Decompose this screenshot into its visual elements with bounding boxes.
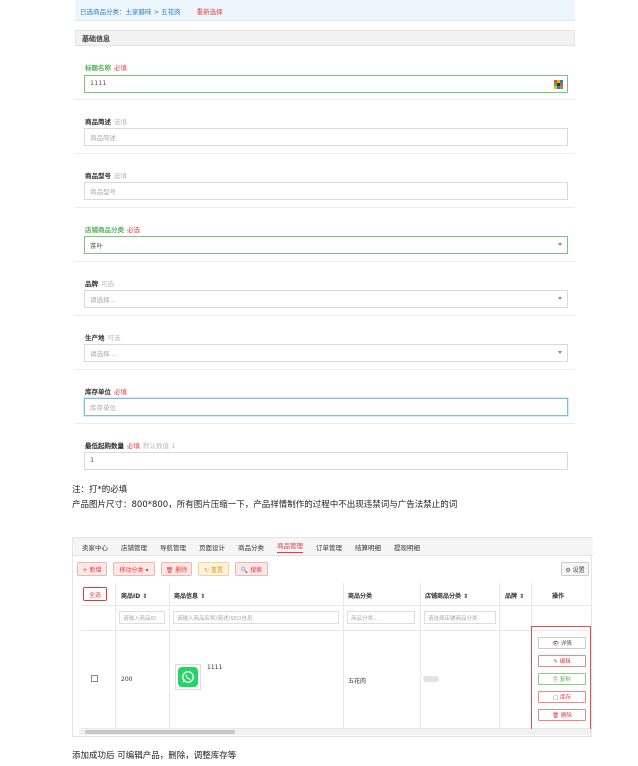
desc-label: 商品简述 xyxy=(85,118,111,126)
copy-button[interactable]: ⎘ 复制 xyxy=(538,673,586,685)
settings-button[interactable]: ⚙ 设置 xyxy=(561,562,589,576)
unit-input[interactable]: 库存单位 xyxy=(84,398,568,416)
chevron-down-icon xyxy=(558,297,562,300)
shop-category-select[interactable]: 茶叶 xyxy=(84,236,568,254)
desc-field-card: 商品简述 选填 商品简述 xyxy=(75,108,575,154)
select-all-button[interactable]: 全选 xyxy=(83,587,107,601)
title-label: 标题名称 xyxy=(85,64,111,72)
search-button[interactable]: 🔍 搜索 xyxy=(235,562,268,576)
origin-select[interactable]: 请选择... xyxy=(84,344,568,362)
note-after-add: 添加成功后 可编辑产品，删除，调整库存等 xyxy=(72,751,237,761)
delete-button[interactable]: 🗑 删除 xyxy=(161,562,192,576)
nav-product-category[interactable]: 商品分类 xyxy=(238,542,264,552)
nav-withdraw[interactable]: 提现明细 xyxy=(394,542,420,552)
header-product-id[interactable]: 商品ID ⇕ xyxy=(121,591,147,600)
add-button[interactable]: + 新增 xyxy=(77,562,107,576)
row-product-name: 1111 xyxy=(207,664,223,671)
unit-label: 库存单位 xyxy=(85,388,111,396)
row-checkbox[interactable] xyxy=(91,675,98,682)
nav-seller-center[interactable]: 卖家中心 xyxy=(82,542,108,552)
header-product-info[interactable]: 商品信息 ⇕ xyxy=(174,591,205,600)
reset-button[interactable]: ↻ 重置 xyxy=(198,562,229,576)
filter-product-id[interactable]: 请输入商品ID xyxy=(119,611,165,624)
header-category: 商品分类 xyxy=(348,593,373,600)
min-qty-input[interactable]: 1 xyxy=(84,452,568,470)
row-shop-category-blurred xyxy=(423,676,439,682)
header-shop-category[interactable]: 店铺商品分类 ⇕ xyxy=(425,591,468,600)
filter-category[interactable]: 商品分类... xyxy=(347,611,415,624)
nav-page-design[interactable]: 页面设计 xyxy=(199,542,225,552)
unit-card: 库存单位 必填 库存单位 xyxy=(75,378,575,424)
nav-navigation[interactable]: 导航管理 xyxy=(160,542,186,552)
row-product-id: 200 xyxy=(121,676,133,683)
model-label: 商品型号 xyxy=(85,172,111,180)
row-category: 五花肉 xyxy=(348,678,367,685)
min-qty-card: 最低起购数量 必填 默认数值 1 1 xyxy=(75,432,575,474)
row-delete-button[interactable]: 🗑 删除 xyxy=(538,709,586,721)
actions-cell: 👁 详情 ✎ 编辑 ⎘ 复制 ▢ 库存 🗑 删除 xyxy=(531,626,591,732)
reselect-link[interactable]: 重新选择 xyxy=(197,8,223,16)
brand-card: 品牌 可选 请选择... xyxy=(75,270,575,316)
scrollbar-thumb[interactable] xyxy=(85,730,235,734)
nav-settlement[interactable]: 结算明细 xyxy=(355,542,381,552)
selected-category-bar: 已选商品分类：土家腊味 > 五花肉 重新选择 xyxy=(75,0,575,21)
chevron-down-icon xyxy=(558,351,562,354)
nav-shop-manage[interactable]: 店铺管理 xyxy=(121,542,147,552)
min-qty-label: 最低起购数量 xyxy=(85,442,124,450)
chevron-down-icon xyxy=(558,243,562,246)
desc-input[interactable]: 商品简述 xyxy=(84,128,568,146)
origin-card: 生产地 可选 请选择... xyxy=(75,324,575,370)
title-field-card: 标题名称 必填 1111 xyxy=(75,54,575,100)
edit-button[interactable]: ✎ 编辑 xyxy=(538,655,586,667)
brand-label: 品牌 xyxy=(85,280,98,288)
selected-category-label: 已选商品分类：土家腊味 > 五花肉 xyxy=(80,8,181,16)
horizontal-scrollbar[interactable] xyxy=(79,729,591,735)
note-required: 注：打*的必填 xyxy=(72,485,128,495)
whatsapp-icon xyxy=(178,667,198,687)
shop-category-label: 店铺商品分类 xyxy=(85,226,124,234)
header-actions: 操作 xyxy=(552,593,565,600)
color-grid-icon[interactable] xyxy=(554,80,563,89)
nav-orders[interactable]: 订单管理 xyxy=(316,542,342,552)
filter-product-info[interactable]: 请输入商品名称/简述/SEO信息 xyxy=(173,611,339,624)
brand-select[interactable]: 请选择... xyxy=(84,290,568,308)
model-field-card: 商品型号 选填 商品型号 xyxy=(75,162,575,208)
move-category-button[interactable]: 移动分类 ▾ xyxy=(113,562,155,576)
title-input[interactable]: 1111 xyxy=(84,75,568,93)
shop-panel: 卖家中心 店铺管理 导航管理 页面设计 商品分类 商品管理 订单管理 结算明细 … xyxy=(72,537,593,737)
section-title: 基础信息 xyxy=(75,30,575,46)
header-brand[interactable]: 品牌 ⇕ xyxy=(505,591,524,600)
nav-product-manage[interactable]: 商品管理 xyxy=(277,540,303,553)
stock-button[interactable]: ▢ 库存 xyxy=(538,691,586,703)
shop-nav: 卖家中心 店铺管理 导航管理 页面设计 商品分类 商品管理 订单管理 结算明细 … xyxy=(73,538,593,556)
required-flag: 必填 xyxy=(114,64,127,72)
origin-label: 生产地 xyxy=(85,334,105,342)
filter-shop-category[interactable]: 请选择店铺商品分类 xyxy=(424,611,496,624)
product-thumbnail[interactable] xyxy=(175,664,201,690)
model-input[interactable]: 商品型号 xyxy=(84,182,568,200)
detail-button[interactable]: 👁 详情 xyxy=(538,637,586,649)
shop-category-card: 店铺商品分类 必选 茶叶 xyxy=(75,216,575,262)
note-image-size: 产品图片尺寸：800*800，所有图片压缩一下，产品祥情制作的过程中不出现违禁词… xyxy=(72,500,458,510)
